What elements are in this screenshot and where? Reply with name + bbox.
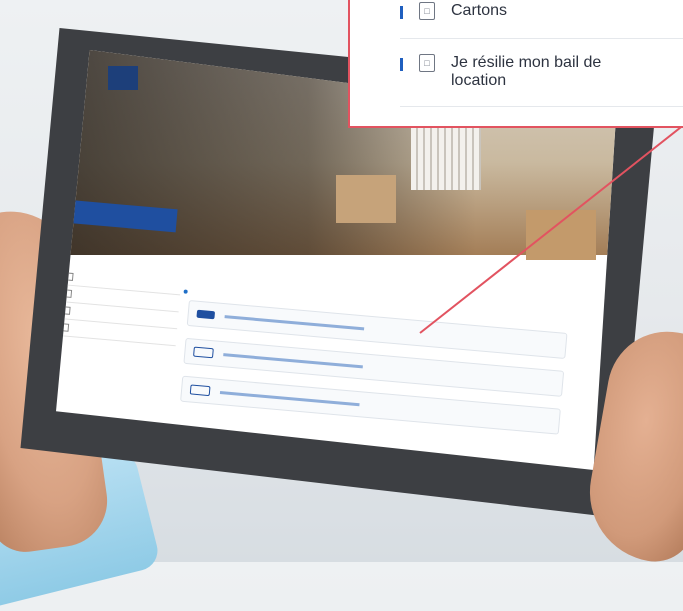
hero-bullets bbox=[89, 138, 94, 183]
callout-item-cartons[interactable]: □ Cartons bbox=[400, 2, 507, 20]
active-indicator bbox=[400, 6, 403, 19]
hero-bullet bbox=[91, 153, 93, 159]
service-banner bbox=[67, 200, 178, 233]
sidebar bbox=[56, 268, 182, 347]
divider bbox=[400, 106, 683, 107]
document-icon: □ bbox=[419, 54, 435, 72]
box-icon: □ bbox=[419, 2, 435, 20]
brand-logo bbox=[108, 66, 138, 90]
timeline bbox=[180, 288, 588, 436]
divider bbox=[400, 38, 683, 39]
placeholder-text-line bbox=[224, 314, 365, 330]
hero-bullet bbox=[92, 138, 94, 144]
callout-item-bail[interactable]: □ Je résilie mon bail de location bbox=[400, 54, 651, 90]
document-icon bbox=[189, 384, 211, 397]
callout-item-label: Je résilie mon bail de location bbox=[451, 54, 602, 89]
truck-icon bbox=[196, 309, 216, 320]
radiator-image bbox=[411, 120, 481, 190]
placeholder-text-line bbox=[223, 352, 363, 368]
active-indicator bbox=[400, 58, 403, 71]
moving-box-image bbox=[336, 175, 396, 223]
moving-box-image bbox=[526, 210, 596, 260]
timeline-dot bbox=[183, 289, 188, 294]
hero-bullet bbox=[89, 168, 91, 174]
truck-icon bbox=[193, 346, 214, 359]
callout-zoom-box: □ Cartons □ Je résilie mon bail de locat… bbox=[348, 0, 683, 128]
callout-item-label: Cartons bbox=[451, 2, 508, 19]
placeholder-text-line bbox=[219, 390, 360, 406]
